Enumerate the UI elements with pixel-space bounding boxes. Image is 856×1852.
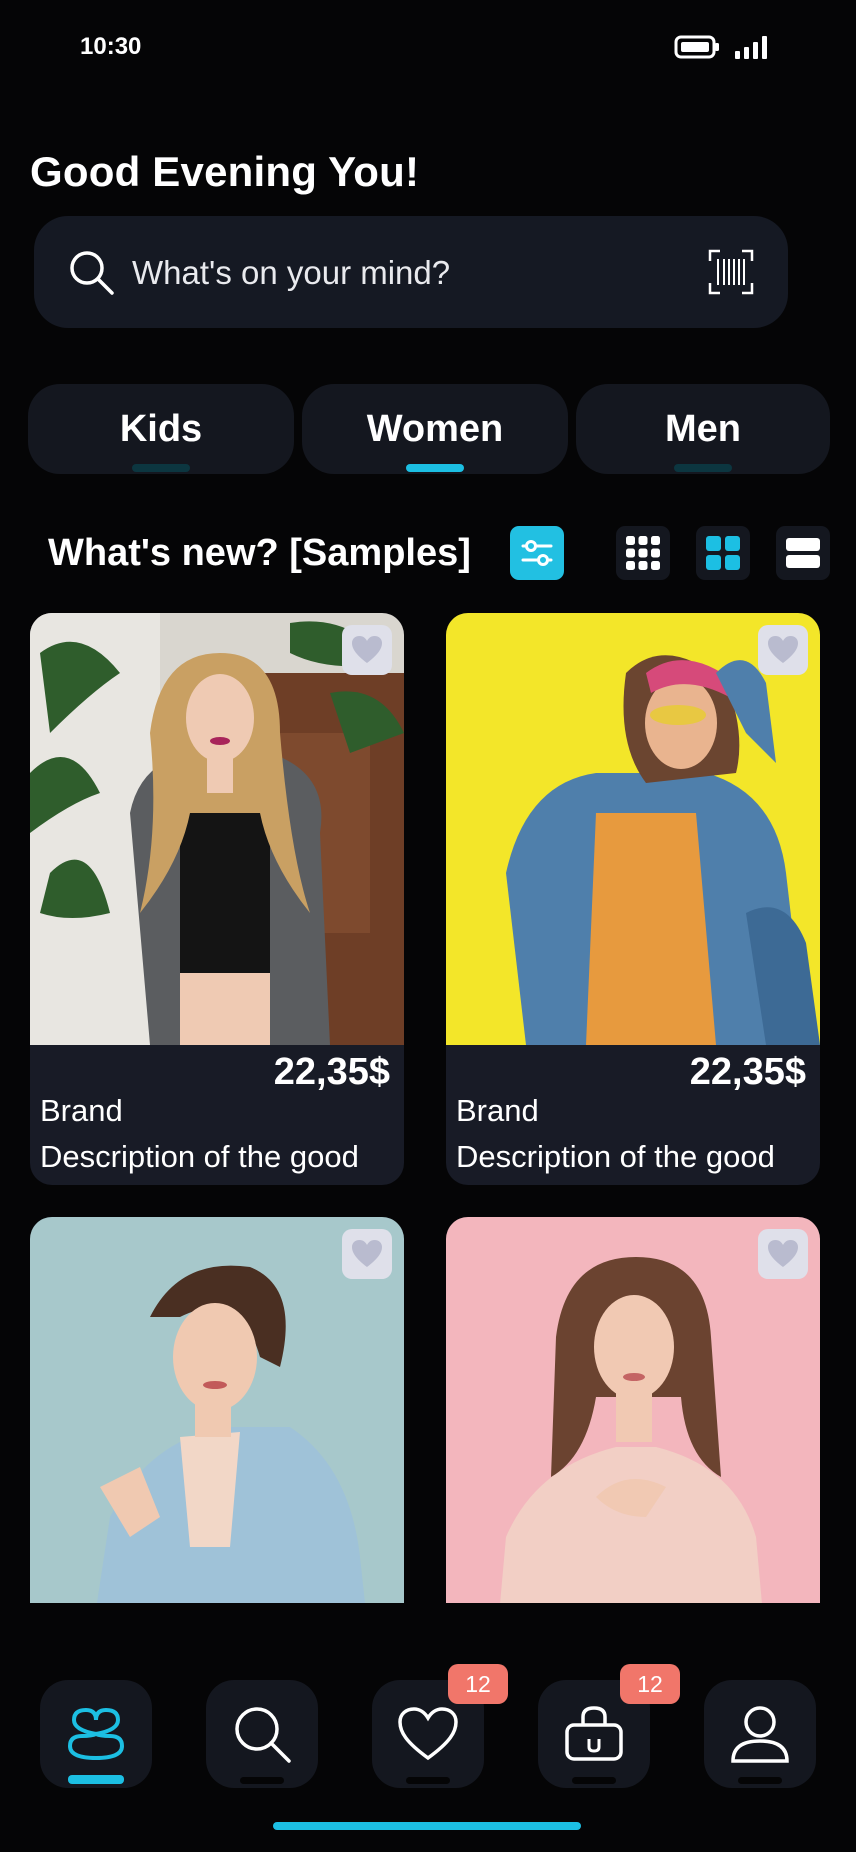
nav-indicator (738, 1777, 782, 1784)
favorite-button[interactable] (758, 1229, 808, 1279)
status-bar: 10:30 (0, 0, 856, 96)
shopping-bag-icon (565, 1706, 623, 1761)
logo-icon (67, 1707, 125, 1761)
nav-home[interactable] (40, 1680, 152, 1788)
list-view-button[interactable] (776, 526, 830, 580)
product-brand: Brand (40, 1093, 123, 1128)
heart-icon (768, 636, 798, 663)
product-description: Description of the good (40, 1139, 359, 1174)
product-card[interactable] (446, 1217, 820, 1603)
nav-indicator (572, 1777, 616, 1784)
status-icons (674, 34, 770, 60)
section-title: What's new? [Samples] (48, 532, 471, 574)
product-price: 22,35$ (273, 1051, 390, 1093)
tab-indicator (674, 464, 732, 472)
tab-men[interactable]: Men (576, 384, 830, 474)
heart-icon (398, 1707, 458, 1761)
filter-button[interactable] (510, 526, 564, 580)
tab-label: Kids (119, 407, 203, 450)
status-time: 10:30 (80, 33, 142, 60)
favorite-button[interactable] (758, 625, 808, 675)
tab-women[interactable]: Women (302, 384, 568, 474)
tab-label: Men (665, 407, 741, 450)
search-icon (70, 251, 114, 295)
nav-favorites[interactable]: 12 (372, 1664, 508, 1788)
product-description: Description of the good (456, 1139, 775, 1174)
search-icon (235, 1707, 291, 1763)
nav-profile[interactable] (704, 1680, 816, 1788)
tab-indicator (406, 464, 464, 472)
heart-icon (768, 1240, 798, 1267)
grid-large-view-button[interactable] (696, 526, 750, 580)
heart-icon (352, 1240, 382, 1267)
cart-badge: 12 (620, 1664, 680, 1704)
user-icon (731, 1706, 789, 1763)
barcode-scan-icon[interactable] (708, 249, 754, 295)
search-input[interactable] (130, 240, 694, 306)
page-title: Good Evening You! (30, 148, 420, 195)
product-grid: 22,35$ Brand Description of the good 22,… (30, 613, 822, 1603)
signal-icon (735, 36, 767, 59)
favorite-button[interactable] (342, 625, 392, 675)
product-photo (30, 613, 404, 1045)
list-icon (786, 538, 820, 568)
home-indicator[interactable] (273, 1822, 581, 1830)
category-tabs: Kids Women Men (28, 384, 830, 474)
product-photo (446, 613, 820, 1045)
tab-indicator (132, 464, 190, 472)
grid-small-view-button[interactable] (616, 526, 670, 580)
nav-indicator (68, 1775, 124, 1784)
nav-search[interactable] (206, 1680, 318, 1788)
battery-icon (674, 35, 719, 59)
heart-icon (352, 636, 382, 663)
favorite-button[interactable] (342, 1229, 392, 1279)
product-card[interactable] (30, 1217, 404, 1603)
favorites-badge: 12 (448, 1664, 508, 1704)
nav-indicator (406, 1777, 450, 1784)
nav-indicator (240, 1777, 284, 1784)
grid-4-icon (706, 536, 740, 570)
bottom-nav: 12 12 (40, 1664, 820, 1790)
product-brand: Brand (456, 1093, 539, 1128)
product-card[interactable]: 22,35$ Brand Description of the good (30, 613, 404, 1185)
tab-label: Women (366, 407, 504, 450)
tab-kids[interactable]: Kids (28, 384, 294, 474)
grid-9-icon (626, 536, 660, 570)
product-price: 22,35$ (689, 1051, 806, 1093)
sliders-icon (521, 540, 553, 566)
nav-cart[interactable]: 12 (538, 1664, 680, 1788)
product-card[interactable]: 22,35$ Brand Description of the good (446, 613, 820, 1185)
search-bar[interactable] (34, 216, 788, 328)
